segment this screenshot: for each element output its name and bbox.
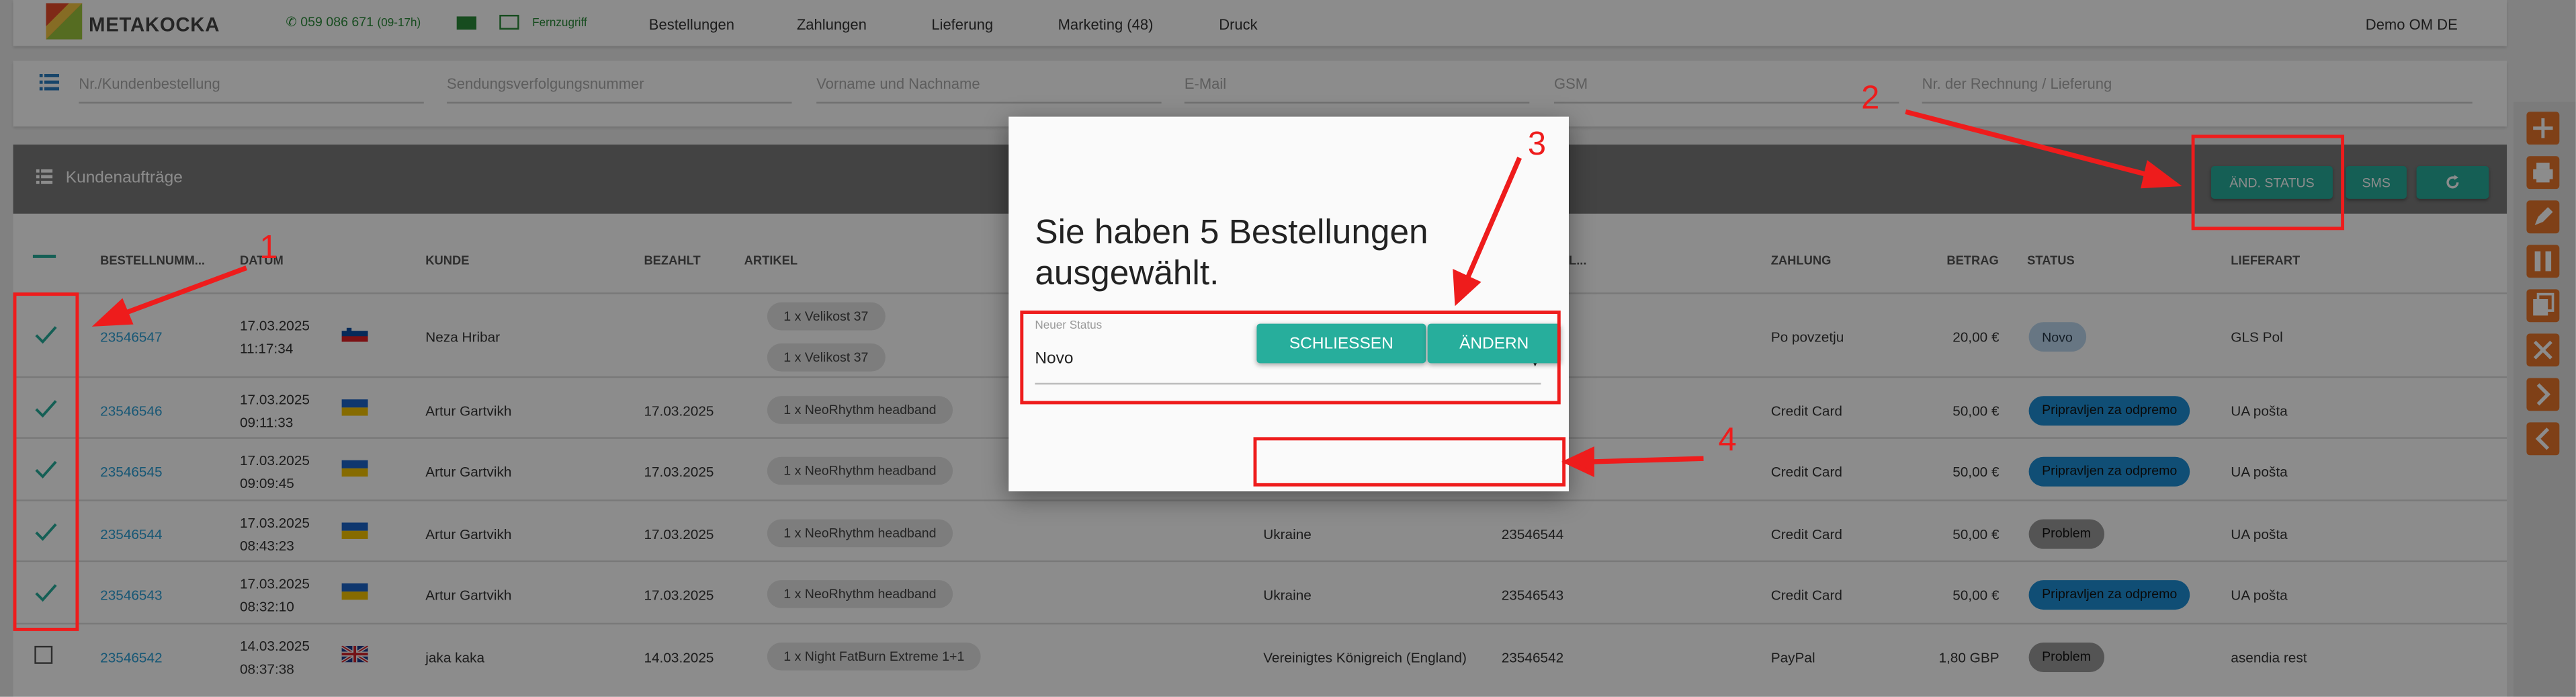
annotation-arrows bbox=[91, 109, 2182, 477]
